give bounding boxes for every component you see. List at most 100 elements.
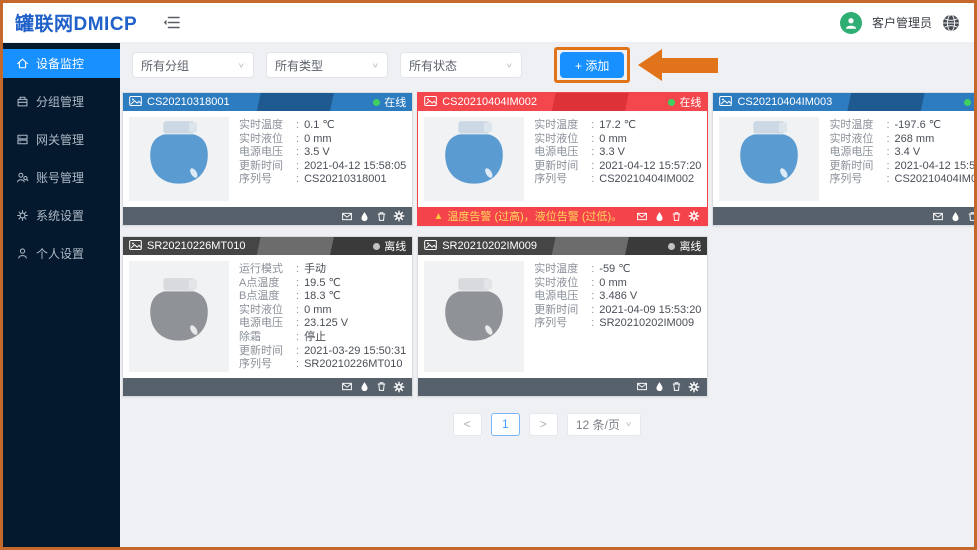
field-label: 实时液位 (239, 304, 296, 318)
language-globe-icon[interactable] (942, 14, 960, 32)
field-label: 实时温度 (239, 119, 296, 133)
account-icon (16, 171, 29, 184)
field-row: 除霜:停止 (239, 331, 406, 345)
droplet-icon[interactable] (950, 211, 961, 222)
device-fields: 实时温度:0.1 ℃实时液位:0 mm电源电压:3.5 V更新时间:2021-0… (239, 117, 406, 201)
field-label: 更新时间 (534, 304, 591, 318)
group-filter-select[interactable]: 所有分组∨ (132, 52, 254, 78)
field-label: 更新时间 (239, 160, 296, 174)
device-thumbnail-icon (129, 240, 142, 253)
field-label: 实时温度 (534, 119, 591, 133)
card-header: CS20210318001 在线 (123, 93, 412, 111)
field-row: 更新时间:2021-04-09 15:53:20 (534, 304, 701, 318)
sidebar-item-account-mgmt[interactable]: 账号管理 (3, 163, 120, 192)
field-row: 序列号:SR20210226MT010 (239, 358, 406, 372)
field-value: 0.1 ℃ (304, 119, 335, 133)
field-row: 序列号:CS20210404IM002 (534, 173, 701, 187)
field-row: B点温度:18.3 ℃ (239, 290, 406, 304)
tank-image (719, 117, 819, 201)
field-row: 序列号:SR20210202IM009 (534, 317, 701, 331)
field-value: 2021-04-12 15:58:03 (895, 160, 975, 174)
droplet-icon[interactable] (359, 211, 370, 222)
gear-icon[interactable] (688, 381, 700, 393)
field-row: 实时液位:0 mm (534, 277, 701, 291)
chevron-down-icon: ∨ (238, 61, 245, 69)
droplet-icon[interactable] (654, 211, 665, 222)
gear-icon[interactable] (393, 210, 405, 222)
field-row: A点温度:19.5 ℃ (239, 277, 406, 291)
trash-icon[interactable] (376, 381, 387, 392)
field-label: 除霜 (239, 331, 296, 345)
card-footer (123, 207, 412, 225)
device-card-CS20210404IM002: CS20210404IM002 在线 实时温度:17.2 ℃实时液位:0 mm电… (417, 92, 708, 226)
next-page-button[interactable]: > (529, 413, 558, 436)
field-label: 电源电压 (534, 290, 591, 304)
sidebar-item-gateway-mgmt[interactable]: 网关管理 (3, 125, 120, 154)
droplet-icon[interactable] (359, 381, 370, 392)
field-row: 电源电压:3.4 V (829, 146, 974, 160)
trash-icon[interactable] (967, 211, 974, 222)
message-icon[interactable] (341, 211, 353, 222)
sidebar-item-device-monitor[interactable]: 设备监控 (3, 49, 120, 78)
app-logo: 罐联网DMICP (15, 9, 137, 36)
trash-icon[interactable] (376, 211, 387, 222)
field-label: 更新时间 (534, 160, 591, 174)
menu-fold-icon[interactable] (163, 15, 180, 30)
status-filter-select[interactable]: 所有状态∨ (400, 52, 522, 78)
droplet-icon[interactable] (654, 381, 665, 392)
field-value: 268 mm (895, 133, 935, 147)
field-value: 0 mm (599, 277, 627, 291)
status-badge: 离线 (373, 238, 406, 254)
field-label: 电源电压 (239, 317, 296, 331)
message-icon[interactable] (636, 211, 648, 222)
user-avatar[interactable] (840, 12, 862, 34)
device-thumbnail-icon (719, 96, 732, 109)
field-row: 更新时间:2021-03-29 15:50:31 (239, 345, 406, 359)
message-icon[interactable] (636, 381, 648, 392)
field-row: 运行模式:手动 (239, 263, 406, 277)
gear-icon[interactable] (393, 381, 405, 393)
card-body: 实时温度:17.2 ℃实时液位:0 mm电源电压:3.3 V更新时间:2021-… (418, 111, 707, 207)
device-thumbnail-icon (424, 96, 437, 109)
sidebar-item-group-mgmt[interactable]: 分组管理 (3, 87, 120, 116)
page-size-select[interactable]: 12 条/页∨ (567, 413, 641, 436)
sidebar-item-system-settings[interactable]: 系统设置 (3, 201, 120, 230)
status-badge: 在线 (668, 94, 701, 110)
field-value: 18.3 ℃ (304, 290, 341, 304)
type-filter-select[interactable]: 所有类型∨ (266, 52, 388, 78)
card-footer: ▲温度告警 (过高)，液位告警 (过低)。 (418, 207, 707, 225)
field-value: SR20210202IM009 (599, 317, 694, 331)
prev-page-button[interactable]: < (453, 413, 482, 436)
device-id: CS20210318001 (147, 96, 368, 108)
card-footer (713, 207, 974, 225)
sidebar-item-personal-settings[interactable]: 个人设置 (3, 239, 120, 268)
field-row: 实时液位:0 mm (534, 133, 701, 147)
message-icon[interactable] (341, 381, 353, 392)
field-label: B点温度 (239, 290, 296, 304)
current-page-button[interactable]: 1 (491, 413, 520, 436)
top-header: 罐联网DMICP 客户管理员 (3, 3, 974, 43)
gear-icon[interactable] (688, 210, 700, 222)
device-id: SR20210202IM009 (442, 240, 663, 252)
field-label: 电源电压 (239, 146, 296, 160)
field-value: CS20210404IM002 (599, 173, 694, 187)
field-row: 实时液位:268 mm (829, 133, 974, 147)
card-actions (636, 381, 700, 393)
sidebar-item-label: 网关管理 (36, 131, 84, 148)
field-value: 19.5 ℃ (304, 277, 341, 291)
card-footer (123, 378, 412, 396)
card-header: SR20210226MT010 离线 (123, 237, 412, 255)
status-label: 离线 (679, 238, 701, 254)
message-icon[interactable] (932, 211, 944, 222)
device-fields: 实时温度:-197.6 ℃实时液位:268 mm电源电压:3.4 V更新时间:2… (829, 117, 974, 201)
field-value: 2021-04-12 15:57:20 (599, 160, 701, 174)
trash-icon[interactable] (671, 211, 682, 222)
field-row: 更新时间:2021-04-12 15:58:05 (239, 160, 406, 174)
field-label: 更新时间 (239, 345, 296, 359)
field-label: 序列号 (829, 173, 886, 187)
field-row: 实时液位:0 mm (239, 304, 406, 318)
current-user[interactable]: 客户管理员 (872, 14, 932, 31)
add-button[interactable]: + 添加 (560, 52, 624, 78)
trash-icon[interactable] (671, 381, 682, 392)
field-row: 更新时间:2021-04-12 15:58:03 (829, 160, 974, 174)
